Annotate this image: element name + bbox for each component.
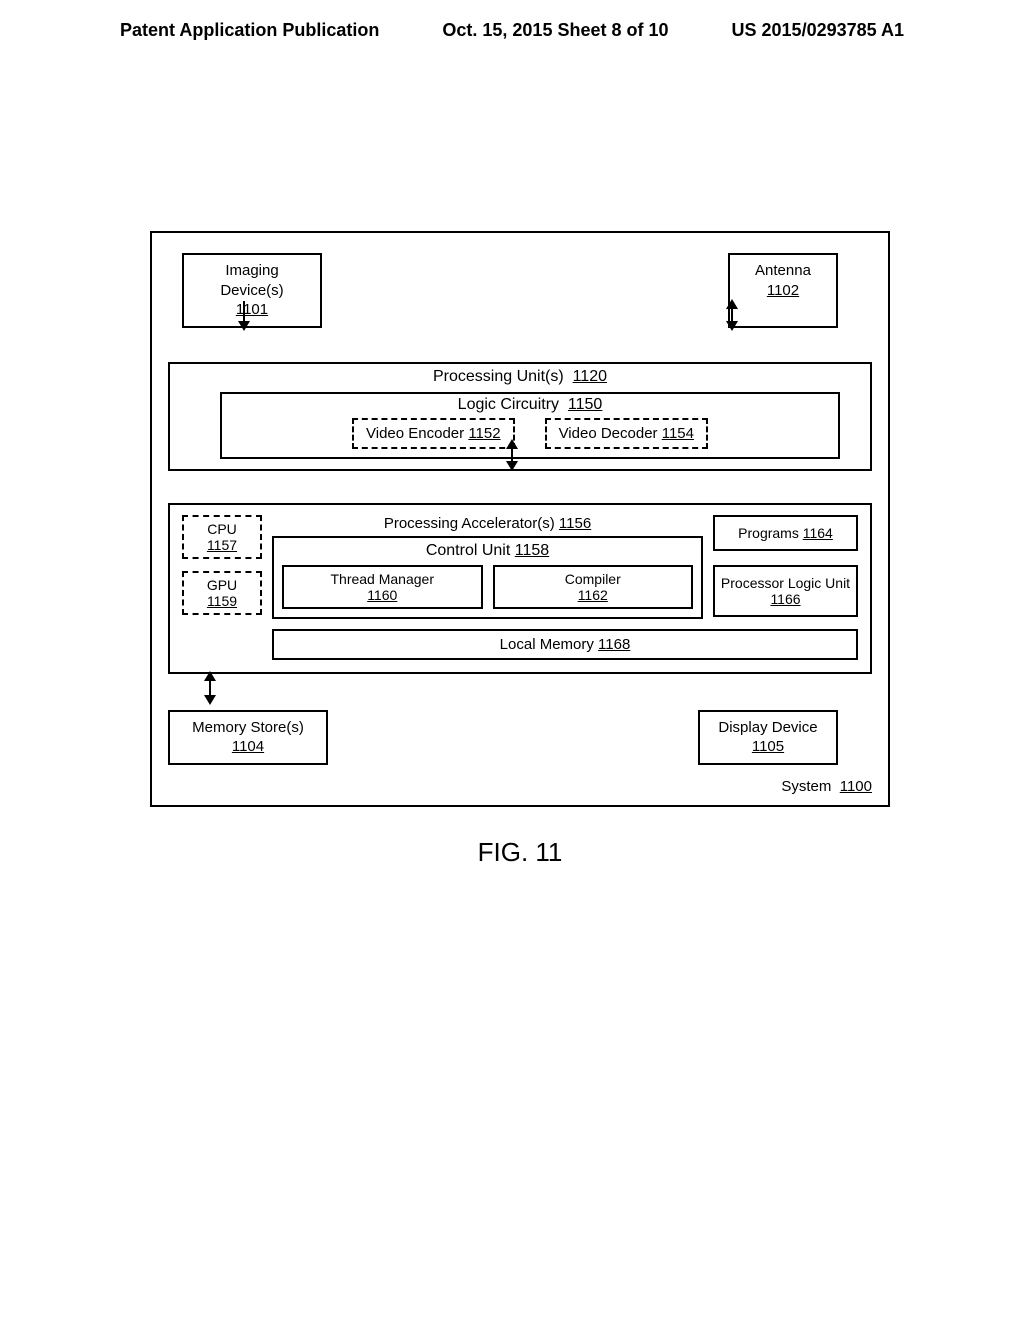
antenna-label: Antenna (755, 262, 811, 279)
page-header: Patent Application Publication Oct. 15, … (0, 0, 1024, 51)
logic-label: Logic Circuitry (458, 396, 559, 413)
header-right: US 2015/0293785 A1 (732, 20, 904, 41)
gpu-label: GPU (207, 577, 237, 593)
system-ref: 1100 (840, 778, 872, 795)
cpu-gpu-column: CPU 1157 GPU 1159 (182, 515, 262, 615)
decoder-ref: 1154 (662, 425, 694, 442)
cpu-label: CPU (207, 521, 237, 537)
accelerator-section: CPU 1157 GPU 1159 Processing Accelerator… (168, 503, 872, 674)
accel-ref: 1156 (559, 515, 591, 532)
accelerator-label-row: Processing Accelerator(s) 1156 (272, 515, 703, 532)
accel-label: Processing Accelerator(s) (384, 515, 555, 532)
compiler-label: Compiler (565, 571, 621, 587)
cpu-ref: 1157 (207, 537, 237, 553)
thread-manager-block: Thread Manager 1160 (282, 565, 483, 609)
gpu-ref: 1159 (207, 593, 237, 609)
system-text: System (781, 778, 831, 795)
thread-mgr-ref: 1160 (367, 587, 397, 603)
antenna-block: Antenna 1102 (728, 253, 838, 328)
video-decoder-block: Video Decoder 1154 (545, 418, 708, 449)
processing-unit-ref: 1120 (573, 368, 607, 386)
compiler-ref: 1162 (578, 587, 608, 603)
mem-store-ref: 1104 (232, 737, 264, 757)
header-middle: Oct. 15, 2015 Sheet 8 of 10 (442, 20, 668, 41)
video-encoder-block: Video Encoder 1152 (352, 418, 515, 449)
control-unit-label: Control Unit (426, 542, 510, 559)
arrow-imaging-down-icon (234, 301, 254, 331)
logic-unit-label: Processor Logic Unit (721, 575, 850, 591)
logic-unit-ref: 1166 (770, 591, 800, 607)
center-column: Processing Accelerator(s) 1156 Control U… (272, 515, 703, 629)
processing-unit-label: Processing Unit(s) (433, 368, 564, 385)
logic-circuitry-block: Logic Circuitry 1150 Video Encoder 1152 … (220, 392, 840, 459)
encoder-ref: 1152 (468, 425, 500, 442)
display-ref: 1105 (752, 737, 784, 757)
decoder-label: Video Decoder (559, 425, 658, 442)
control-unit-ref: 1158 (515, 542, 549, 560)
cpu-block: CPU 1157 (182, 515, 262, 559)
gpu-block: GPU 1159 (182, 571, 262, 615)
bottom-row: Memory Store(s) 1104 Display Device 1105 (168, 710, 872, 765)
logic-ref: 1150 (568, 396, 602, 414)
encoder-label: Video Encoder (366, 425, 464, 442)
antenna-ref: 1102 (767, 281, 799, 301)
logic-unit-block: Processor Logic Unit 1166 (713, 565, 858, 617)
imaging-label: Imaging Device(s) (220, 262, 283, 299)
diagram-area: Imaging Device(s) 1101 Antenna 1102 Proc… (150, 231, 890, 868)
local-mem-ref: 1168 (598, 636, 630, 653)
control-unit-block: Control Unit 1158 Thread Manager 1160 Co… (272, 536, 703, 619)
top-row: Imaging Device(s) 1101 Antenna 1102 (168, 253, 872, 328)
display-device-block: Display Device 1105 (698, 710, 838, 765)
encoder-decoder-row: Video Encoder 1152 Video Decoder 1154 (228, 418, 832, 449)
header-left: Patent Application Publication (120, 20, 379, 41)
arrow-mem-bidir-icon (200, 671, 220, 705)
local-mem-label: Local Memory (500, 636, 594, 653)
compiler-block: Compiler 1162 (493, 565, 694, 609)
local-memory-block: Local Memory 1168 (272, 629, 858, 660)
figure-label: FIG. 11 (150, 837, 890, 868)
system-label: System 1100 (781, 778, 872, 795)
memory-store-block: Memory Store(s) 1104 (168, 710, 328, 765)
programs-ref: 1164 (803, 525, 833, 541)
arrow-antenna-bidir-icon (722, 299, 742, 331)
right-column: Programs 1164 Processor Logic Unit 1166 (713, 515, 858, 617)
programs-label: Programs (738, 525, 799, 541)
mem-store-label: Memory Store(s) (192, 719, 304, 736)
thread-mgr-label: Thread Manager (330, 571, 434, 587)
arrow-proc-accel-bidir-icon (502, 439, 522, 471)
system-box: Imaging Device(s) 1101 Antenna 1102 Proc… (150, 231, 890, 807)
programs-block: Programs 1164 (713, 515, 858, 551)
display-label: Display Device (718, 719, 817, 736)
